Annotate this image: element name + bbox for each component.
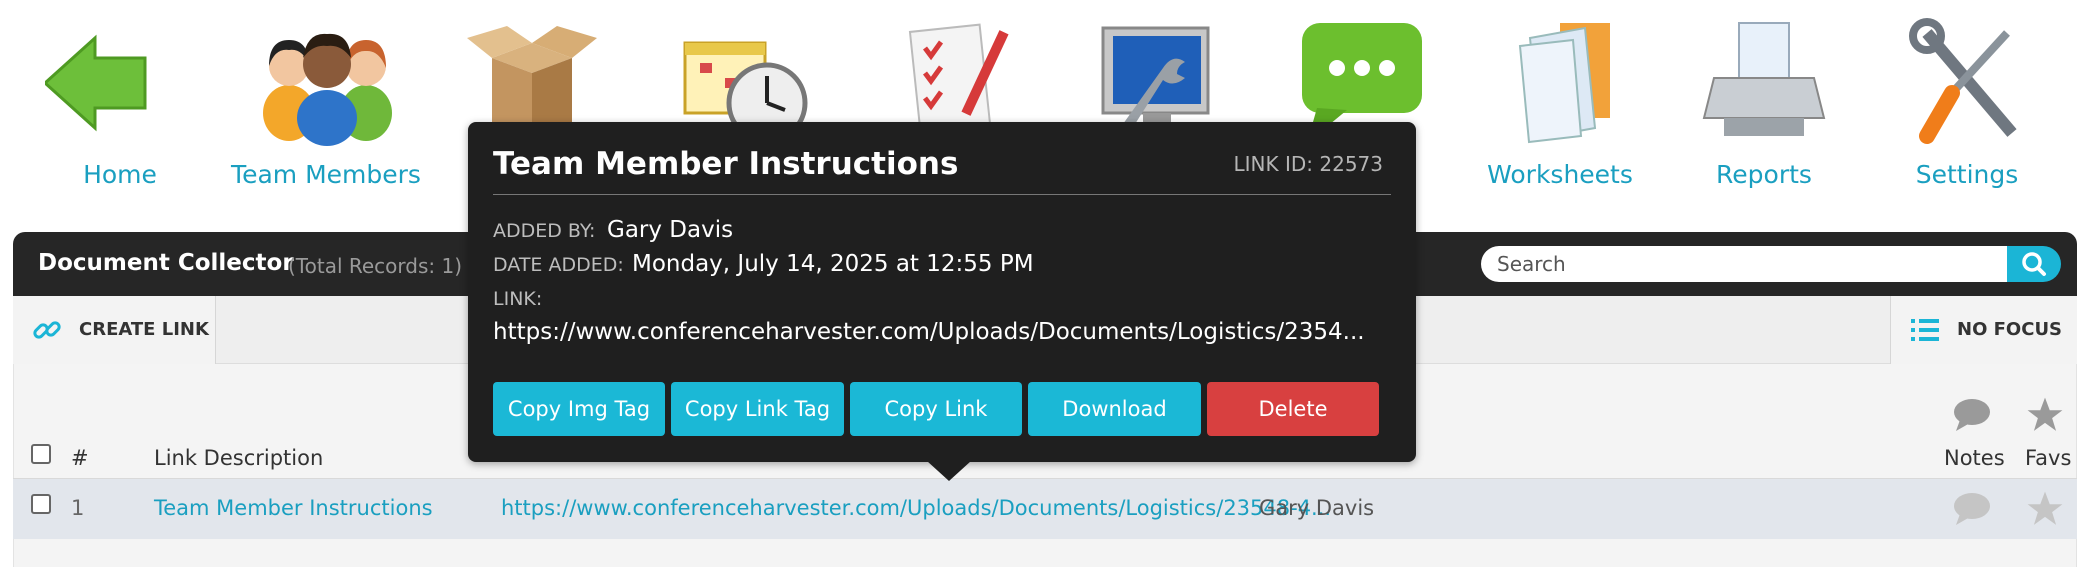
no-focus-label: NO FOCUS <box>1957 319 2063 340</box>
no-focus-button[interactable]: NO FOCUS <box>1890 296 2077 364</box>
column-header-number: # <box>71 446 89 470</box>
copy-link-button[interactable]: Copy Link <box>850 382 1022 436</box>
added-by-label: ADDED BY: <box>493 220 596 242</box>
favs-star-icon <box>2027 397 2063 431</box>
nav-team-members-label: Team Members <box>231 160 421 189</box>
search-input[interactable] <box>1481 246 2011 282</box>
nav-home[interactable]: Home <box>20 0 220 200</box>
row-number: 1 <box>71 496 85 520</box>
select-all-checkbox[interactable] <box>31 444 51 464</box>
worksheets-icon <box>1518 23 1610 144</box>
copy-link-tag-button[interactable]: Copy Link Tag <box>671 382 844 436</box>
nav-worksheets[interactable]: Worksheets <box>1460 0 1660 200</box>
tools-icon <box>1909 18 2017 144</box>
nav-reports-label: Reports <box>1716 160 1812 189</box>
popover-pointer <box>927 461 971 481</box>
link-value: https://www.conferenceharvester.com/Uplo… <box>493 319 1365 345</box>
link-label: LINK: <box>493 288 543 310</box>
nav-home-label: Home <box>83 160 157 189</box>
page-title: Document Collector <box>38 250 294 276</box>
date-added-label: DATE ADDED: <box>493 254 624 276</box>
row-added-by: Gary Davis <box>1259 496 1375 520</box>
create-link-label: CREATE LINK <box>79 319 209 340</box>
popover-title: Team Member Instructions <box>493 146 959 182</box>
column-header-favs[interactable]: Favs <box>2025 446 2071 470</box>
link-icon <box>33 321 61 339</box>
printer-icon <box>1702 22 1826 136</box>
nav-settings[interactable]: Settings <box>1867 0 2067 200</box>
search-box <box>1481 246 2061 282</box>
popover-divider <box>493 194 1391 195</box>
home-arrow-icon <box>45 34 147 132</box>
search-icon <box>2022 252 2046 276</box>
row-url-link[interactable]: https://www.conferenceharvester.com/Uplo… <box>501 496 1331 520</box>
team-members-icon <box>263 33 392 146</box>
column-header-description[interactable]: Link Description <box>154 446 323 470</box>
row-notes-icon[interactable] <box>1952 492 1992 526</box>
copy-img-tag-button[interactable]: Copy Img Tag <box>493 382 665 436</box>
nav-team-members[interactable]: Team Members <box>226 0 426 200</box>
added-by-value: Gary Davis <box>607 217 734 243</box>
delete-button[interactable]: Delete <box>1207 382 1379 436</box>
download-button[interactable]: Download <box>1028 382 1201 436</box>
nav-worksheets-label: Worksheets <box>1487 160 1633 189</box>
row-checkbox[interactable] <box>31 494 51 514</box>
list-icon <box>1911 319 1939 341</box>
row-description-link[interactable]: Team Member Instructions <box>154 496 433 520</box>
nav-reports[interactable]: Reports <box>1664 0 1864 200</box>
nav-settings-label: Settings <box>1915 160 2019 189</box>
date-added-value: Monday, July 14, 2025 at 12:55 PM <box>632 251 1034 277</box>
link-details-popover: Team Member Instructions LINK ID: 22573 … <box>468 122 1416 462</box>
row-fav-star-icon[interactable] <box>2026 490 2064 528</box>
create-link-button[interactable]: CREATE LINK <box>13 296 216 364</box>
popover-link-id: LINK ID: 22573 <box>1233 152 1384 176</box>
search-button[interactable] <box>2007 246 2061 282</box>
record-count: (Total Records: 1) <box>288 254 463 278</box>
column-header-notes[interactable]: Notes <box>1944 446 2005 470</box>
notes-comment-icon <box>1954 399 1990 431</box>
